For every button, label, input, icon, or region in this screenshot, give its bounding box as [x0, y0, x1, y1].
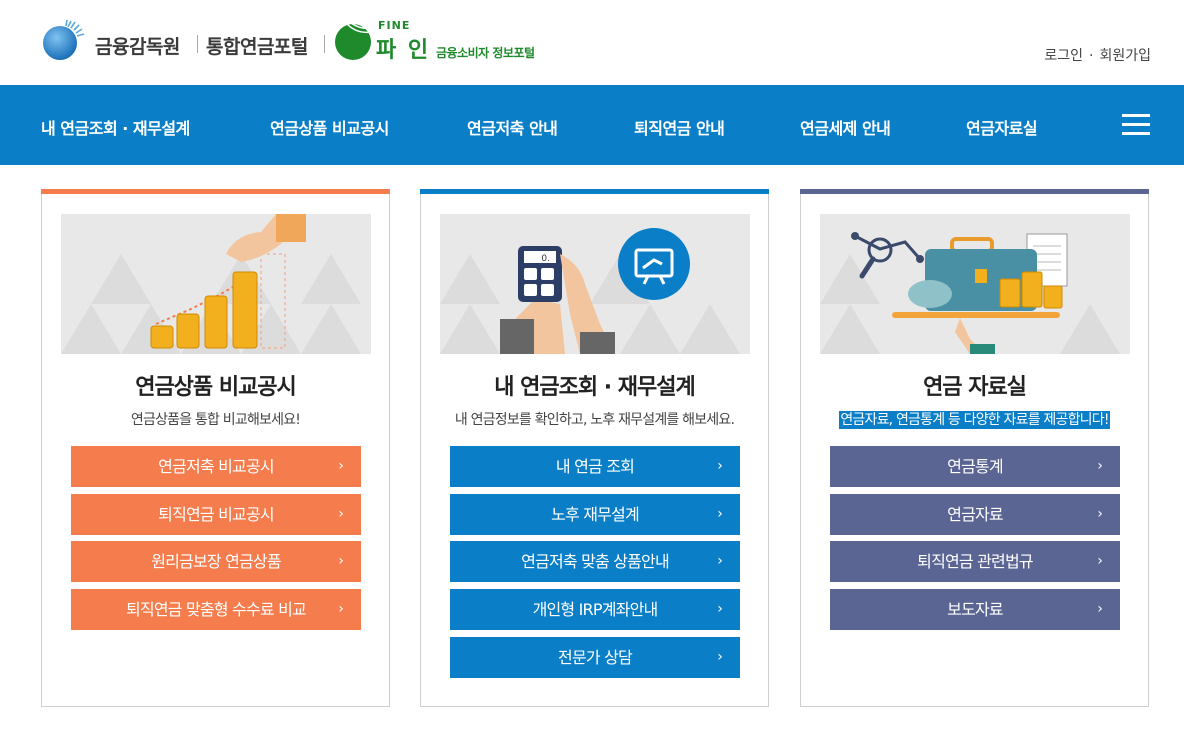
card-description: 연금상품을 통합 비교해보세요! — [130, 412, 301, 428]
chevron-right-icon: › — [338, 553, 344, 569]
pension-statistics-button[interactable]: 연금통계 › — [830, 446, 1120, 487]
fee-compare-button[interactable]: 퇴직연금 맞춤형 수수료 비교 › — [71, 589, 361, 630]
nav-item-retirement-pension[interactable]: 퇴직연금 안내 — [634, 115, 725, 139]
chevron-right-icon: › — [717, 458, 723, 474]
my-pension-inquiry-button[interactable]: 내 연금 조회 › — [450, 446, 740, 487]
chevron-right-icon: › — [717, 601, 723, 617]
button-label: 노후 재무설계 — [551, 505, 640, 524]
irp-account-guide-button[interactable]: 개인형 IRP계좌안내 › — [450, 589, 740, 630]
card-accent-bar — [420, 189, 769, 194]
nav-item-product-compare[interactable]: 연금상품 비교공시 — [270, 115, 389, 139]
press-release-button[interactable]: 보도자료 › — [830, 589, 1120, 630]
custom-product-guide-button[interactable]: 연금저축 맞춤 상품안내 › — [450, 541, 740, 582]
logo-divider — [324, 35, 325, 53]
retirement-planning-button[interactable]: 노후 재무설계 › — [450, 494, 740, 535]
main-nav: 내 연금조회 · 재무설계 연금상품 비교공시 연금저축 안내 퇴직연금 안내 … — [0, 85, 1184, 165]
retirement-pension-compare-button[interactable]: 퇴직연금 비교공시 › — [71, 494, 361, 535]
guaranteed-products-button[interactable]: 원리금보장 연금상품 › — [71, 541, 361, 582]
card-title: 연금 자료실 — [923, 375, 1027, 400]
retirement-law-button[interactable]: 퇴직연금 관련법규 › — [830, 541, 1120, 582]
chevron-right-icon: › — [717, 506, 723, 522]
fss-name[interactable]: 금융감독원 — [95, 32, 180, 59]
card-description: 연금자료, 연금통계 등 다양한 자료를 제공합니다! — [801, 409, 1148, 429]
nav-item-pension-tax[interactable]: 연금세제 안내 — [800, 115, 891, 139]
expert-consult-button[interactable]: 전문가 상담 › — [450, 637, 740, 678]
calculator-illustration: 0. — [440, 214, 750, 354]
briefcase-illustration — [820, 214, 1130, 354]
card-title: 내 연금조회 · 재무설계 — [494, 375, 696, 400]
coins-growth-illustration — [61, 214, 371, 354]
chevron-right-icon: › — [1097, 458, 1103, 474]
fine-small-label: FINE — [378, 19, 411, 32]
fine-name[interactable]: 파 인 — [376, 32, 430, 64]
card-my-pension: 0. 내 연금조회 · 재무설계 내 연금정보를 확인하고, 노후 재무설계를 … — [420, 189, 769, 707]
card-product-compare: 연금상품 비교공시 연금상품을 통합 비교해보세요! 연금저축 비교공시 › 퇴직… — [41, 189, 390, 707]
chevron-right-icon: › — [1097, 601, 1103, 617]
card-description-text: 연금자료, 연금통계 등 다양한 자료를 제공합니다! — [839, 411, 1110, 429]
button-label: 퇴직연금 비교공시 — [158, 505, 274, 524]
button-label: 전문가 상담 — [558, 648, 633, 667]
chevron-right-icon: › — [717, 649, 723, 665]
chevron-right-icon: › — [1097, 506, 1103, 522]
chevron-right-icon: › — [1097, 553, 1103, 569]
login-link[interactable]: 로그인 — [1044, 48, 1083, 64]
chevron-right-icon: › — [338, 458, 344, 474]
button-label: 보도자료 — [947, 600, 1003, 619]
card-accent-bar — [800, 189, 1149, 194]
nav-item-pension-savings[interactable]: 연금저축 안내 — [467, 115, 558, 139]
hamburger-menu-icon[interactable] — [1122, 114, 1152, 136]
button-label: 개인형 IRP계좌안내 — [532, 600, 659, 619]
button-label: 연금통계 — [947, 457, 1003, 476]
chevron-right-icon: › — [338, 506, 344, 522]
nav-item-library[interactable]: 연금자료실 — [966, 115, 1038, 139]
util-separator: · — [1089, 48, 1094, 64]
button-label: 퇴직연금 관련법규 — [917, 552, 1033, 571]
portal-name[interactable]: 통합연금포털 — [206, 32, 308, 59]
nav-item-my-pension[interactable]: 내 연금조회 · 재무설계 — [41, 115, 190, 139]
button-label: 연금자료 — [947, 505, 1003, 524]
pension-savings-compare-button[interactable]: 연금저축 비교공시 › — [71, 446, 361, 487]
button-label: 퇴직연금 맞춤형 수수료 비교 — [126, 600, 307, 619]
button-label: 내 연금 조회 — [555, 457, 635, 476]
button-label: 원리금보장 연금상품 — [151, 552, 281, 571]
card-description: 내 연금정보를 확인하고, 노후 재무설계를 해보세요. — [454, 412, 735, 428]
chevron-right-icon: › — [338, 601, 344, 617]
site-header: 금융감독원 통합연금포털 FINE 파 인 금융소비자 정보포털 로그인 · 회원가… — [0, 0, 1184, 85]
card-accent-bar — [41, 189, 390, 194]
button-label: 연금저축 비교공시 — [158, 457, 274, 476]
fss-logo-icon[interactable] — [41, 19, 85, 61]
utility-links: 로그인 · 회원가입 — [1044, 45, 1151, 65]
chevron-right-icon: › — [717, 553, 723, 569]
fine-subtitle: 금융소비자 정보포털 — [436, 46, 535, 60]
logo-divider — [197, 35, 198, 53]
card-library: 연금 자료실 연금자료, 연금통계 등 다양한 자료를 제공합니다! 연금통계 ›… — [800, 189, 1149, 707]
pension-materials-button[interactable]: 연금자료 › — [830, 494, 1120, 535]
button-label: 연금저축 맞춤 상품안내 — [521, 552, 670, 571]
card-title: 연금상품 비교공시 — [135, 375, 297, 400]
signup-link[interactable]: 회원가입 — [1099, 48, 1151, 64]
fine-logo-icon[interactable] — [333, 20, 375, 62]
calculator-display: 0. — [541, 254, 550, 264]
